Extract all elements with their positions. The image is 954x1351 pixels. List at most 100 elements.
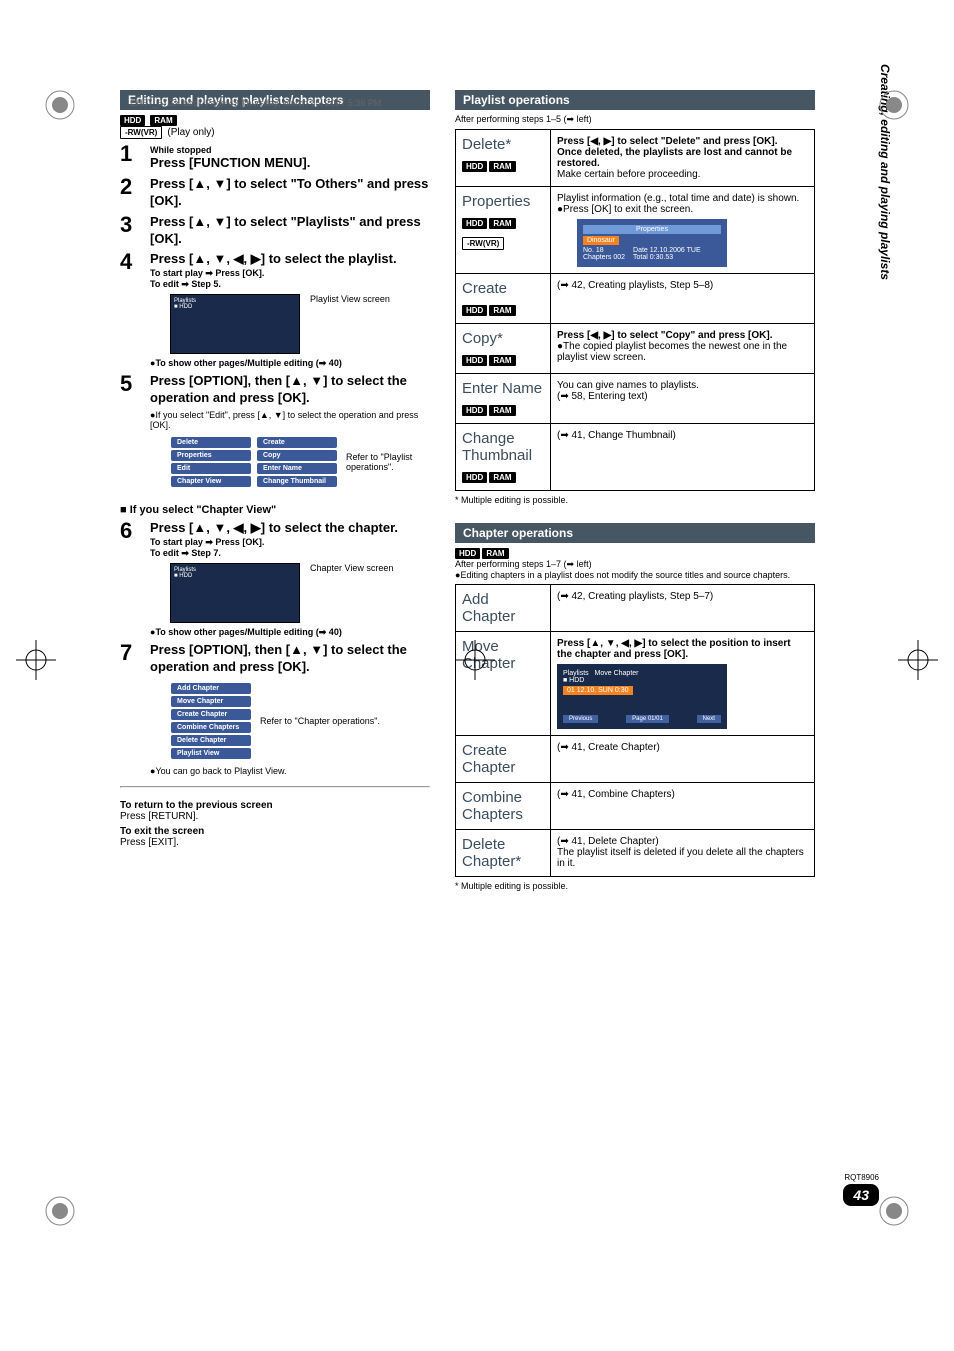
section-playlist-operations: Playlist operations xyxy=(455,90,815,110)
chop-add-name: Add Chapter xyxy=(462,591,515,625)
step1-instruction: Press [FUNCTION MENU]. xyxy=(150,155,430,172)
chapter-option-menu-diagram: Add Chapter Move Chapter Create Chapter … xyxy=(170,682,430,760)
badge-hdd: HDD xyxy=(120,115,145,126)
step-number-2: 2 xyxy=(120,176,150,198)
op-create-name: Create xyxy=(462,280,507,297)
properties-dialog: Properties Dinosaur No. 18Chapters 002 D… xyxy=(577,219,727,267)
step-number-1: 1 xyxy=(120,143,150,165)
step4-instruction: Press [▲, ▼, ◀, ▶] to select the playlis… xyxy=(150,251,430,268)
chapter-view-screen-label: Chapter View screen xyxy=(310,563,393,573)
step1-condition: While stopped xyxy=(150,145,430,155)
menu-create-chapter: Create Chapter xyxy=(171,709,251,720)
playlist-operations-table: Delete* HDDRAM Press [◀, ▶] to select "D… xyxy=(455,129,815,491)
crosshair-icon xyxy=(898,640,938,680)
op-create-ref: (➡ 42, Creating playlists, Step 5–8) xyxy=(557,280,713,291)
op-properties-exit: Press [OK] to exit the screen. xyxy=(563,204,693,215)
op-enter-name-desc: You can give names to playlists. xyxy=(557,380,699,391)
badge-rwvr: -RW(VR) xyxy=(120,126,162,139)
left-column: Editing and playing playlists/chapters H… xyxy=(120,90,430,891)
playlist-view-screen-label: Playlist View screen xyxy=(310,294,390,304)
registration-mark-icon xyxy=(40,85,80,125)
chop-delete-ref: (➡ 41, Delete Chapter) xyxy=(557,836,659,847)
step6-sub2: To edit ➡ Step 7. xyxy=(150,548,430,559)
menu-edit: Edit xyxy=(171,463,251,474)
step7-goback-note: ●You can go back to Playlist View. xyxy=(150,766,430,776)
op-properties-name: Properties xyxy=(462,193,530,210)
menu-create: Create xyxy=(257,437,337,448)
playlist-ops-reference: Refer to "Playlist operations". xyxy=(346,452,430,472)
chapter-operations-table: Add Chapter (➡ 42, Creating playlists, S… xyxy=(455,584,815,877)
header-file-info: EH57_67GX.book Page 43 Thursday, March 1… xyxy=(130,98,381,108)
play-only-label: (Play only) xyxy=(167,127,214,138)
step-number-7: 7 xyxy=(120,642,150,664)
step6-instruction: Press [▲, ▼, ◀, ▶] to select the chapter… xyxy=(150,520,430,537)
chop-delete-name: Delete Chapter* xyxy=(462,836,521,870)
registration-mark-icon xyxy=(874,85,914,125)
op-delete-warning: Once deleted, the playlists are lost and… xyxy=(557,147,792,169)
menu-delete: Delete xyxy=(171,437,251,448)
menu-playlist-view: Playlist View xyxy=(171,748,251,759)
registration-mark-icon xyxy=(40,1191,80,1231)
right-column: Playlist operations After performing ste… xyxy=(455,90,815,891)
op-change-thumb-name: Change Thumbnail xyxy=(462,430,532,464)
chapter-ops-reference: Refer to "Chapter operations". xyxy=(260,716,380,726)
menu-combine-chapters: Combine Chapters xyxy=(171,722,251,733)
chapter-view-screen: Playlists ■ HDD xyxy=(170,563,300,623)
op-change-thumb-ref: (➡ 41, Change Thumbnail) xyxy=(557,430,676,441)
registration-mark-icon xyxy=(874,1191,914,1231)
chop-combine-ref: (➡ 41, Combine Chapters) xyxy=(557,789,675,800)
if-chapter-view-heading: ■ If you select "Chapter View" xyxy=(120,504,430,516)
step5-edit-note: ●If you select "Edit", press [▲, ▼] to s… xyxy=(150,410,430,430)
menu-add-chapter: Add Chapter xyxy=(171,683,251,694)
op-delete-name: Delete* xyxy=(462,136,511,153)
op-copy-note: The copied playlist becomes the newest o… xyxy=(557,341,787,363)
chop-create-name: Create Chapter xyxy=(462,742,515,776)
step2-instruction: Press [▲, ▼] to select "To Others" and p… xyxy=(150,176,430,210)
step3-instruction: Press [▲, ▼] to select "Playlists" and p… xyxy=(150,214,430,248)
playlist-option-menu-diagram: Delete Properties Edit Chapter View Crea… xyxy=(170,436,430,488)
chop-move-instruction: Press [▲, ▼, ◀, ▶] to select the positio… xyxy=(557,638,791,660)
op-copy-name: Copy* xyxy=(462,330,503,347)
exit-screen-body: Press [EXIT]. xyxy=(120,837,430,848)
step-number-4: 4 xyxy=(120,251,150,273)
playlist-ops-precondition: After performing steps 1–5 (➡ left) xyxy=(455,114,815,125)
op-delete-instruction: Press [◀, ▶] to select "Delete" and pres… xyxy=(557,136,777,147)
step-number-5: 5 xyxy=(120,373,150,395)
op-enter-name-name: Enter Name xyxy=(462,380,542,397)
op-enter-name-ref: (➡ 58, Entering text) xyxy=(557,391,648,402)
playlist-multi-edit-note: * Multiple editing is possible. xyxy=(455,495,815,505)
menu-delete-chapter: Delete Chapter xyxy=(171,735,251,746)
menu-copy: Copy xyxy=(257,450,337,461)
playlist-view-screen: Playlists ■ HDD xyxy=(170,294,300,354)
step6-paging-note: ●To show other pages/Multiple editing (➡… xyxy=(150,627,430,638)
op-delete-caution: Make certain before proceeding. xyxy=(557,169,700,180)
return-screen-title: To return to the previous screen xyxy=(120,800,273,811)
step4-paging-note: ●To show other pages/Multiple editing (➡… xyxy=(150,358,430,369)
chapter-ops-precondition: After performing steps 1–7 (➡ left) xyxy=(455,559,815,570)
step6-sub1: To start play ➡ Press [OK]. xyxy=(150,537,430,548)
section-chapter-operations: Chapter operations xyxy=(455,523,815,543)
menu-properties: Properties xyxy=(171,450,251,461)
step-number-6: 6 xyxy=(120,520,150,542)
chop-combine-name: Combine Chapters xyxy=(462,789,523,823)
chapter-ops-source-note: ●Editing chapters in a playlist does not… xyxy=(455,570,815,580)
crosshair-icon xyxy=(455,640,495,680)
step4-sub2: To edit ➡ Step 5. xyxy=(150,279,430,290)
op-properties-desc: Playlist information (e.g., total time a… xyxy=(557,193,799,204)
chop-create-ref: (➡ 41, Create Chapter) xyxy=(557,742,660,753)
op-copy-instruction: Press [◀, ▶] to select "Copy" and press … xyxy=(557,330,772,341)
crosshair-icon xyxy=(16,640,56,680)
chop-add-ref: (➡ 42, Creating playlists, Step 5–7) xyxy=(557,591,713,602)
document-id: RQT8906 xyxy=(843,1173,879,1182)
exit-screen-title: To exit the screen xyxy=(120,826,204,837)
menu-chapter-view: Chapter View xyxy=(171,476,251,487)
return-screen-body: Press [RETURN]. xyxy=(120,811,430,822)
menu-change-thumbnail: Change Thumbnail xyxy=(257,476,337,487)
move-chapter-screen: Playlists Move Chapter ■ HDD 01 12.10. S… xyxy=(557,664,727,729)
step7-instruction: Press [OPTION], then [▲, ▼] to select th… xyxy=(150,642,430,676)
chop-delete-warning: The playlist itself is deleted if you de… xyxy=(557,847,804,869)
step5-instruction: Press [OPTION], then [▲, ▼] to select th… xyxy=(150,373,430,407)
menu-move-chapter: Move Chapter xyxy=(171,696,251,707)
badge-ram: RAM xyxy=(150,115,176,126)
step4-sub1: To start play ➡ Press [OK]. xyxy=(150,268,430,279)
